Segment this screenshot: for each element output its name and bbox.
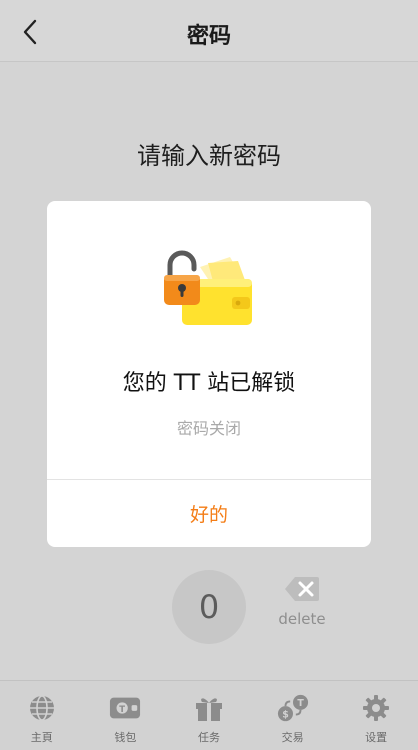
backspace-icon: [285, 577, 319, 601]
nav-item-trade[interactable]: $ T 交易: [251, 681, 335, 750]
nav-label: 交易: [281, 731, 304, 744]
gear-icon: [363, 695, 390, 721]
nav-item-home[interactable]: 主頁: [0, 681, 84, 750]
nav-label: 设置: [365, 731, 388, 744]
nav-label: 钱包: [114, 731, 137, 744]
dialog-title: 您的 TT 站已解锁: [122, 371, 296, 396]
nav-label: 任务: [197, 731, 220, 744]
delete-label: delete: [278, 610, 326, 628]
svg-text:T: T: [297, 698, 304, 709]
nav-item-tasks[interactable]: 任务: [167, 681, 251, 750]
dialog-subtitle: 密码关闭: [176, 419, 241, 438]
unlocked-wallet-icon: [164, 245, 258, 331]
delete-key[interactable]: delete: [274, 576, 330, 640]
bottom-nav: 主頁 T 钱包 任务 $ T 交易 设置: [0, 680, 418, 750]
password-prompt: 请输入新密码: [137, 142, 281, 170]
exchange-icon: $ T: [277, 694, 308, 722]
nav-item-wallet[interactable]: T 钱包: [84, 681, 168, 750]
wallet-icon: T: [110, 697, 141, 719]
page-title: 密码: [186, 24, 231, 49]
nav-item-settings[interactable]: 设置: [334, 681, 418, 750]
keypad-zero-key[interactable]: 0: [172, 570, 246, 644]
svg-text:$: $: [282, 709, 289, 720]
header-bar: 密码: [0, 0, 418, 62]
gift-icon: [195, 698, 222, 721]
unlock-dialog: 您的 TT 站已解锁 密码关闭 好的: [47, 201, 371, 547]
globe-icon: [29, 695, 54, 721]
ok-button[interactable]: 好的: [47, 480, 371, 547]
nav-label: 主頁: [30, 731, 53, 744]
svg-text:T: T: [120, 704, 126, 714]
